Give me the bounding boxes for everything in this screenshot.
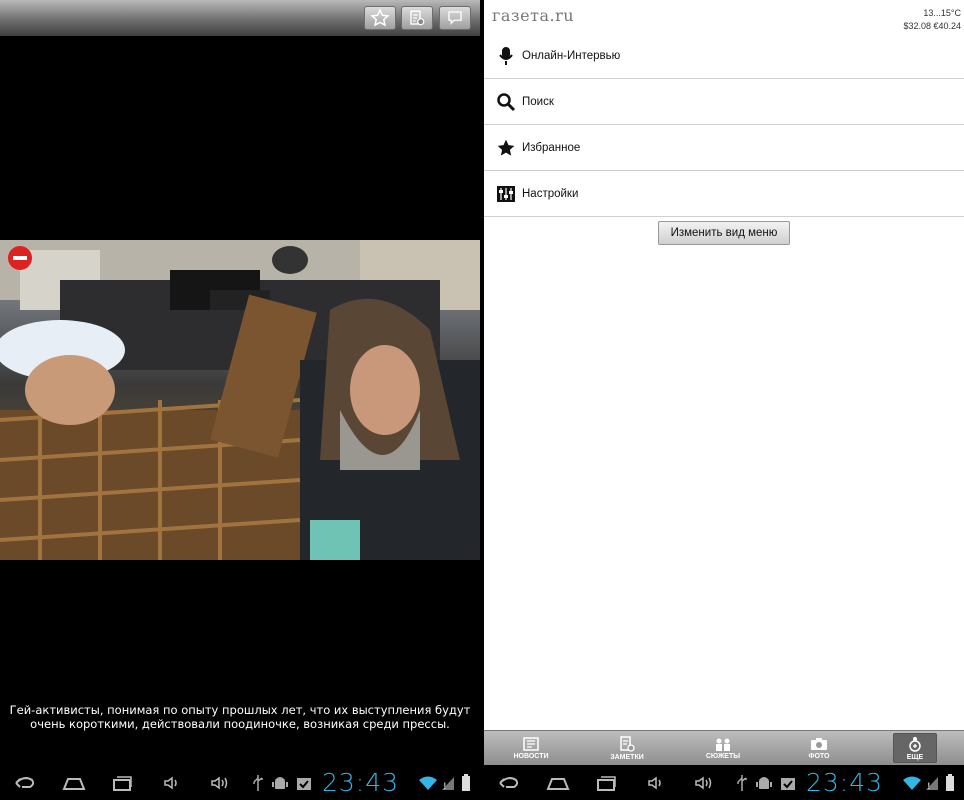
change-menu-view-button[interactable]: Изменить вид меню	[658, 221, 790, 245]
menu-item-label: Поиск	[522, 96, 554, 108]
add-note-button[interactable]	[401, 6, 433, 30]
camera-icon	[811, 737, 827, 750]
volume-up-button[interactable]	[692, 773, 716, 793]
volume-down-icon	[164, 776, 177, 790]
search-icon	[494, 90, 518, 114]
weather-temp: 13...15°C	[923, 8, 961, 18]
back-icon	[15, 777, 35, 788]
menu-item-label: Онлайн-Интервью	[522, 50, 621, 62]
photo-illustration	[0, 240, 480, 560]
home-icon	[62, 778, 86, 790]
menu-item-label: Избранное	[522, 142, 581, 154]
android-debug-icon	[752, 773, 776, 793]
tab-label: ЗАМЕТКИ	[610, 753, 644, 761]
photo-viewer-screen: Гей-активисты, понимая по опыту прошлых …	[0, 0, 480, 800]
tab-stories[interactable]: СЮЖЕТЫ	[693, 731, 753, 765]
volume-down-button[interactable]	[160, 773, 184, 793]
action-bar	[0, 0, 480, 36]
volume-up-icon	[211, 776, 228, 790]
menu-item-settings[interactable]: Настройки	[484, 172, 964, 217]
status-clock: 23:43	[322, 768, 400, 797]
recent-apps-icon	[597, 776, 616, 791]
volume-up-icon	[695, 776, 712, 790]
volume-up-button[interactable]	[208, 773, 232, 793]
menu-item-favorites[interactable]: Избранное	[484, 126, 964, 171]
note-icon	[410, 10, 425, 26]
home-button[interactable]	[546, 773, 570, 793]
tab-more[interactable]: ЕЩЕ	[893, 733, 937, 763]
svg-text:!: !	[443, 782, 447, 791]
app-logo: газета.ru	[492, 6, 575, 25]
usb-icon	[246, 773, 270, 793]
favorite-button[interactable]	[364, 6, 396, 30]
currency-rates: $32.08 €40.24	[903, 21, 961, 31]
battery-icon	[938, 773, 962, 793]
usb-icon	[730, 773, 754, 793]
volume-down-icon	[648, 776, 661, 790]
tab-photo[interactable]: ФОТО	[789, 731, 849, 765]
comment-icon	[448, 11, 462, 25]
stories-icon	[716, 738, 730, 751]
recent-apps-icon	[113, 776, 132, 791]
menu-item-online-interview[interactable]: Онлайн-Интервью	[484, 34, 964, 79]
news-icon	[523, 736, 539, 751]
menu-item-search[interactable]: Поиск	[484, 80, 964, 125]
more-icon	[909, 736, 921, 752]
android-debug-icon	[268, 773, 292, 793]
system-nav-bar: 23:43 !	[484, 765, 964, 800]
home-icon	[546, 778, 570, 790]
recent-apps-button[interactable]	[594, 773, 618, 793]
notes-icon	[620, 735, 635, 752]
status-clock: 23:43	[806, 768, 884, 797]
back-button[interactable]	[496, 773, 520, 793]
tab-label: НОВОСТИ	[513, 752, 549, 760]
back-icon	[499, 777, 519, 788]
photo-caption: Гей-активисты, понимая по опыту прошлых …	[9, 703, 471, 731]
back-button[interactable]	[12, 773, 36, 793]
volume-down-button[interactable]	[644, 773, 668, 793]
download-done-icon	[292, 773, 316, 793]
settings-icon	[494, 182, 518, 206]
star-icon	[494, 136, 518, 160]
star-icon	[370, 8, 390, 27]
weather-and-rates: 13...15°C $32.08 €40.24	[903, 7, 961, 33]
tab-label: СЮЖЕТЫ	[705, 752, 741, 760]
tab-news[interactable]: НОВОСТИ	[501, 731, 561, 765]
bottom-tab-bar: НОВОСТИ ЗАМЕТКИ СЮЖЕТЫ ФОТО ЕЩЕ	[484, 730, 964, 765]
system-nav-bar: 23:43 !	[0, 765, 480, 800]
microphone-icon	[494, 44, 518, 68]
recent-apps-button[interactable]	[110, 773, 134, 793]
home-button[interactable]	[62, 773, 86, 793]
svg-text:!: !	[927, 782, 931, 791]
download-done-icon	[776, 773, 800, 793]
menu-screen: газета.ru 13...15°C $32.08 €40.24 Онлайн…	[484, 0, 964, 800]
tab-label: ФОТО	[808, 752, 830, 760]
tab-notes[interactable]: ЗАМЕТКИ	[597, 731, 657, 765]
battery-icon	[454, 773, 478, 793]
news-photo[interactable]	[0, 240, 480, 560]
menu-item-label: Настройки	[522, 188, 579, 200]
comment-button[interactable]	[439, 6, 471, 30]
tab-label: ЕЩЕ	[906, 753, 924, 761]
